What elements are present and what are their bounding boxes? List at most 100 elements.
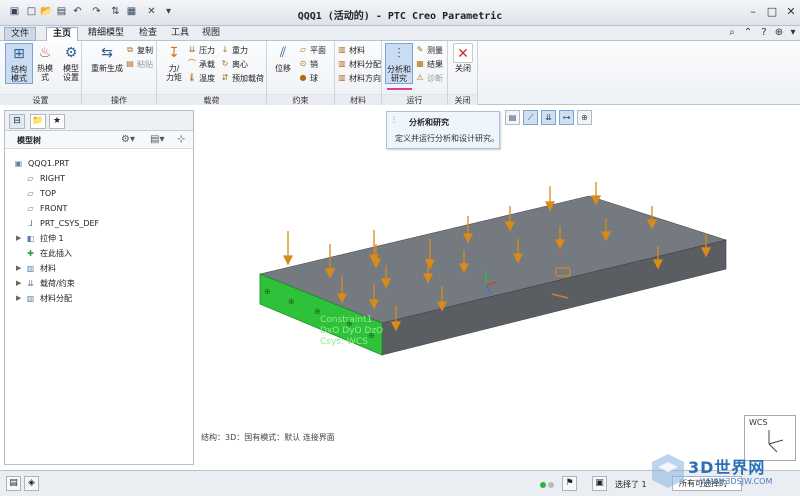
- copy-button[interactable]: ⧉ 复制: [125, 45, 153, 56]
- constraint-label-line1: Constraint1: [320, 315, 372, 325]
- csys-icon: ⅃: [28, 218, 33, 228]
- status-dot: [548, 482, 554, 488]
- minimize-icon[interactable]: –: [744, 4, 762, 18]
- model-tree-tab[interactable]: ⊟: [9, 114, 25, 129]
- paste-button[interactable]: ▤ 粘贴: [125, 59, 153, 70]
- constraint-label-line3: Csys: WCS: [320, 337, 368, 347]
- diagnostics-button[interactable]: ⚠ 诊断: [415, 73, 443, 84]
- filter-icon[interactable]: ⊹: [177, 134, 185, 145]
- ribbon: ⊞ 结构 模式 ♨ 热模 式 ⚙ 模型 设置 设置 ⇆ 重新生成 ⧉ 复制 ▤ 粘贴 操作 …: [0, 41, 800, 105]
- material-assign-icon: ▥: [338, 59, 346, 68]
- pin-button[interactable]: ⊙ 销: [298, 59, 318, 70]
- datum-plane-icon: ▱: [27, 203, 34, 213]
- maximize-icon[interactable]: □: [763, 4, 781, 18]
- tree-item-extrude[interactable]: ▶ ◧ 拉伸 1: [16, 232, 64, 245]
- group-label-settings: 设置: [0, 94, 81, 105]
- model-tree-title: 模型树: [17, 136, 41, 145]
- material-assign-button[interactable]: ▥ 材料分配: [337, 59, 381, 70]
- model-tree-panel: ⊟ 📁 ★ 模型树 ⚙▾ ▤▾ ⊹ ▣ QQQ1.PRT ▱ RIGHT ▱ TOP …: [4, 110, 194, 465]
- regenerate-button[interactable]: ⇆ 重新生成: [88, 43, 126, 73]
- settings-icon[interactable]: ⚙▾: [121, 134, 135, 145]
- web-icon[interactable]: ⊕: [773, 27, 785, 39]
- tab-home[interactable]: 主页: [46, 27, 79, 41]
- temperature-button[interactable]: 🌡 温度: [187, 73, 215, 84]
- analyses-studies-button[interactable]: ⫶ 分析和 研究: [385, 43, 413, 84]
- model-view[interactable]: ⊕⊕⊕⊕⊕ Constraint1 DxO DyO DzO Csys: WCS: [196, 126, 800, 466]
- measure-button[interactable]: ✎ 测量: [415, 45, 443, 56]
- flag-icon[interactable]: ⚑: [562, 476, 577, 491]
- selection-count: 选择了 1: [615, 480, 647, 489]
- centrifugal-button[interactable]: ↻ 离心: [220, 59, 248, 70]
- close-button[interactable]: ✕ 关闭: [449, 43, 477, 73]
- expand-icon[interactable]: ▶: [16, 262, 21, 275]
- tree-item-part[interactable]: ▣ QQQ1.PRT: [13, 157, 70, 170]
- preload-button[interactable]: ⇵ 预加载荷: [220, 73, 264, 84]
- group-close: ✕ 关闭 关闭: [448, 41, 478, 105]
- group-run: ⫶ 分析和 研究 ✎ 测量 ▦ 结果 ⚠ 诊断 运行: [382, 41, 448, 105]
- folder-browser-tab[interactable]: 📁: [30, 114, 46, 129]
- displacement-button[interactable]: ⫽ 位移: [269, 43, 297, 73]
- close-icon[interactable]: ✕: [782, 4, 800, 18]
- expand-icon[interactable]: ▶: [16, 232, 21, 245]
- model-settings-button[interactable]: ⚙ 模型 设置: [57, 43, 85, 82]
- ribbon-tabs: 文件 主页 精细模型 检查 工具 视图 ⌕ ⌃ ? ⊕ ▾: [0, 26, 800, 41]
- group-constraints: ⫽ 位移 ▱ 平面 ⊙ 销 ● 球 约束: [267, 41, 335, 105]
- group-label-loads: 载荷: [157, 94, 266, 105]
- structure-mode-icon: ⊞: [13, 46, 25, 62]
- regenerate-icon: ⇆: [101, 45, 113, 61]
- svg-text:⊕: ⊕: [264, 287, 271, 296]
- favorites-tab[interactable]: ★: [49, 114, 65, 129]
- results-icon: ▦: [416, 59, 424, 68]
- pressure-button[interactable]: ⇊ 压力: [187, 45, 215, 56]
- saved-views-icon[interactable]: ▤: [505, 110, 520, 125]
- minimize-ribbon-icon[interactable]: ⌃: [742, 27, 754, 39]
- material-button[interactable]: ▥ 材料: [337, 45, 365, 56]
- tab-view[interactable]: 视图: [196, 27, 226, 41]
- gravity-button[interactable]: ↓ 重力: [220, 45, 248, 56]
- model-settings-icon: ⚙: [64, 45, 78, 61]
- force-moment-button[interactable]: ↧ 力/ 力矩: [160, 43, 188, 82]
- tree-item-loads-constraints[interactable]: ▶ ⇊ 载荷/约束: [16, 277, 75, 290]
- tree-item-insert-here[interactable]: ✚ 在此插入: [25, 247, 72, 260]
- material-icon: ▥: [338, 45, 346, 54]
- loads-display-icon[interactable]: ⇊: [541, 110, 556, 125]
- gravity-icon: ↓: [221, 45, 229, 54]
- tree-item-right[interactable]: ▱ RIGHT: [25, 172, 65, 185]
- toggle-browser-icon[interactable]: ◈: [24, 476, 39, 491]
- material-orientation-button[interactable]: ▥ 材料方向: [337, 73, 381, 84]
- group-label-materials: 材料: [335, 94, 381, 105]
- tree-item-material-assign[interactable]: ▶ ▥ 材料分配: [16, 292, 72, 305]
- material-icon: ▥: [26, 263, 35, 273]
- tree-item-front[interactable]: ▱ FRONT: [25, 202, 67, 215]
- ball-button[interactable]: ● 球: [298, 73, 319, 84]
- tab-refine-model[interactable]: 精细模型: [82, 27, 130, 41]
- close-red-icon: ✕: [453, 43, 473, 63]
- show-icon[interactable]: ▤▾: [150, 134, 164, 145]
- tree-item-top[interactable]: ▱ TOP: [25, 187, 56, 200]
- toggle-navigator-icon[interactable]: ▤: [6, 476, 21, 491]
- expand-icon[interactable]: ▶: [16, 292, 21, 305]
- bearing-button[interactable]: ⌒ 承载: [187, 59, 215, 70]
- tab-tools[interactable]: 工具: [165, 27, 195, 41]
- selection-filter-icon[interactable]: ▣: [592, 476, 607, 491]
- constraints-display-icon[interactable]: ⊶: [559, 110, 574, 125]
- group-label-operations: 操作: [82, 94, 156, 105]
- search-icon[interactable]: ⌕: [726, 27, 738, 39]
- tab-inspect[interactable]: 检查: [133, 27, 163, 41]
- tab-file[interactable]: 文件: [4, 27, 37, 41]
- help-icon[interactable]: ?: [758, 27, 770, 39]
- options-icon[interactable]: ▾: [787, 27, 799, 39]
- datum-display-icon[interactable]: ⟋: [523, 110, 538, 125]
- tree-item-materials[interactable]: ▶ ▥ 材料: [16, 262, 56, 275]
- spin-center-icon[interactable]: ⊕: [577, 110, 592, 125]
- datum-plane-icon: ▱: [27, 173, 34, 183]
- graphics-viewport[interactable]: ⊕ ⊕ ⊕ ⊕ ⊕ Constraint1 DxO DyO DzO Csys: …: [196, 126, 800, 466]
- force-icon: ↧: [168, 45, 180, 61]
- expand-icon[interactable]: ▶: [16, 277, 21, 290]
- results-button[interactable]: ▦ 结果: [415, 59, 443, 70]
- insert-here-icon: ✚: [27, 248, 34, 258]
- thermal-mode-button[interactable]: ♨ 热模 式: [31, 43, 59, 82]
- structure-mode-button[interactable]: ⊞ 结构 模式: [5, 43, 33, 84]
- tree-item-csys[interactable]: ⅃ PRT_CSYS_DEF: [25, 217, 99, 230]
- plane-button[interactable]: ▱ 平面: [298, 45, 326, 56]
